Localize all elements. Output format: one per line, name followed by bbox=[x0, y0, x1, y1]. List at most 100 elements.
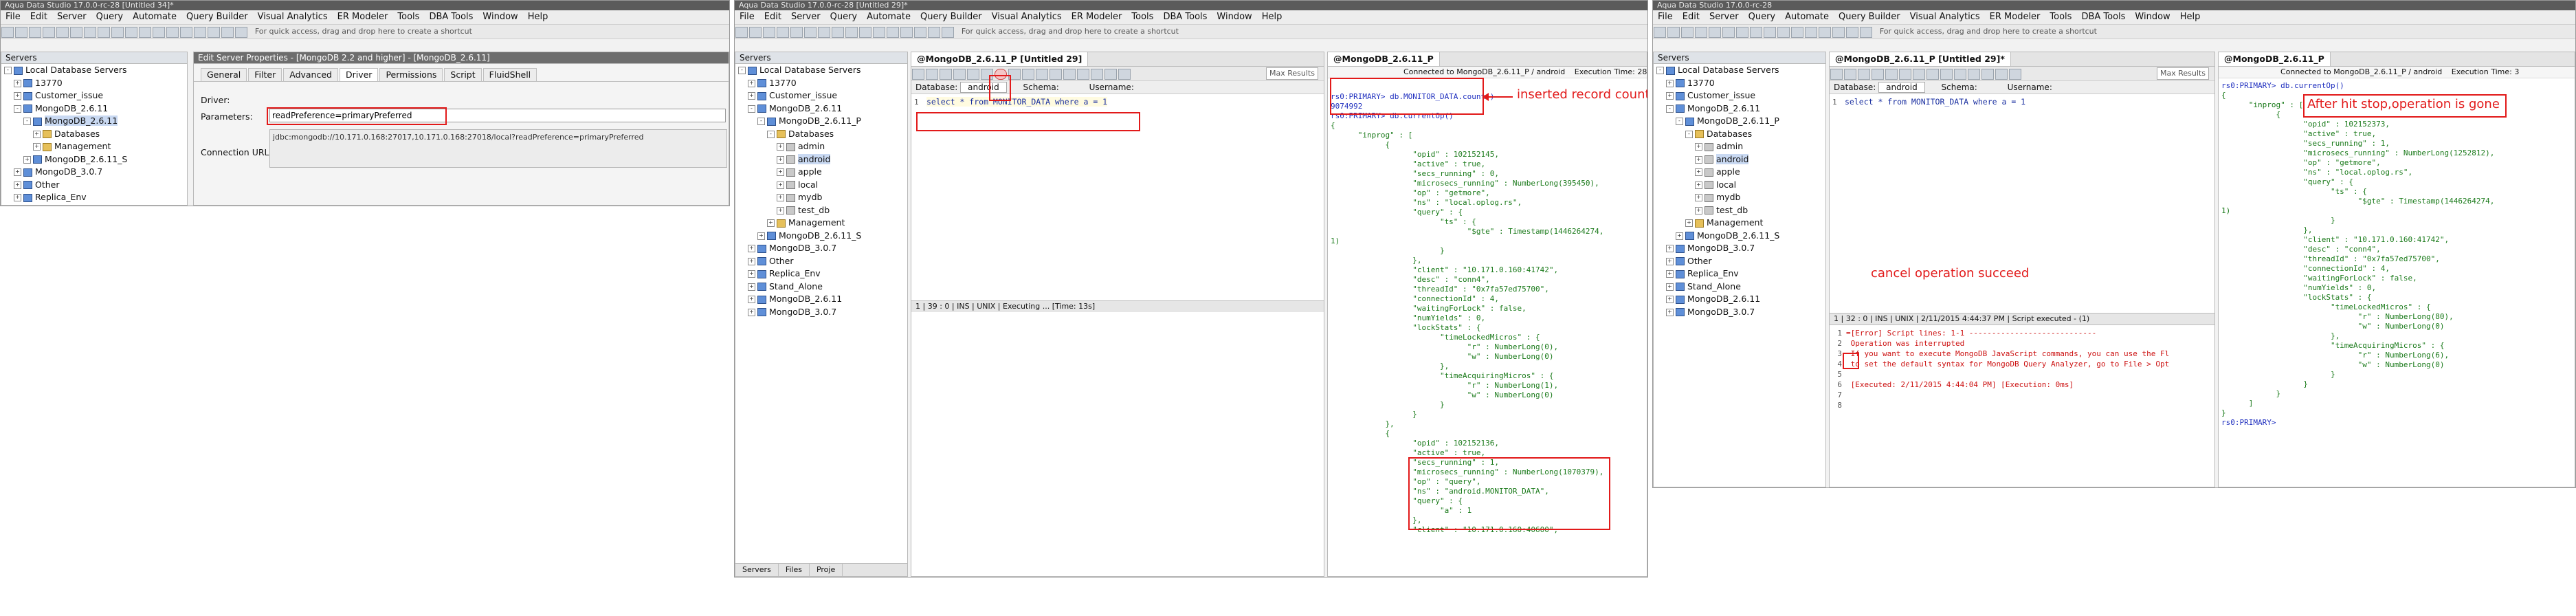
tree-item[interactable]: - Local Database Servers bbox=[1, 64, 187, 77]
expand-icon[interactable]: + bbox=[748, 270, 755, 278]
toolbar-icon[interactable] bbox=[818, 27, 830, 38]
tree-item[interactable]: + MongoDB_2.6.11 bbox=[735, 293, 907, 306]
expand-icon[interactable]: + bbox=[1685, 219, 1693, 227]
expand-icon[interactable]: + bbox=[1666, 245, 1674, 252]
toolbar-icon[interactable] bbox=[804, 27, 817, 38]
toolbar-icon[interactable] bbox=[1899, 69, 1911, 80]
toolbar-icon[interactable] bbox=[859, 27, 871, 38]
tree-item[interactable]: + test_db bbox=[1654, 204, 1825, 217]
tree-item[interactable]: + Customer_issue bbox=[1, 89, 187, 102]
tree-item[interactable]: - MongoDB_2.6.11_P bbox=[1654, 115, 1825, 128]
toolbar-icon[interactable] bbox=[180, 27, 192, 38]
collapse-icon[interactable]: - bbox=[1685, 130, 1693, 138]
toolbar-icon[interactable] bbox=[1036, 69, 1048, 80]
collapse-icon[interactable]: - bbox=[757, 118, 765, 125]
toolbar-icon[interactable] bbox=[1927, 69, 1939, 80]
tree-item[interactable]: + apple bbox=[1654, 166, 1825, 179]
menu-item-tools[interactable]: Tools bbox=[1131, 12, 1153, 22]
toolbar-icon[interactable] bbox=[2009, 69, 2021, 80]
toolbar-icon[interactable] bbox=[1860, 27, 1872, 38]
sql-text[interactable]: select * from MONITOR_DATA where a = 1 bbox=[926, 97, 1108, 107]
expand-icon[interactable]: + bbox=[33, 130, 41, 138]
database-select[interactable]: android bbox=[1878, 82, 1925, 93]
toolbar-icon[interactable] bbox=[1954, 69, 1966, 80]
toolbar-icon[interactable] bbox=[98, 27, 110, 38]
toolbar-icon[interactable] bbox=[940, 69, 952, 80]
toolbar-icon[interactable] bbox=[900, 27, 913, 38]
toolbar-icon[interactable] bbox=[845, 27, 858, 38]
toolbar-icon[interactable] bbox=[56, 27, 69, 38]
tree-item[interactable]: + Replica_Env bbox=[735, 267, 907, 280]
toolbar-icon[interactable] bbox=[1077, 69, 1089, 80]
toolbar-icon[interactable] bbox=[1104, 69, 1117, 80]
tree-item[interactable]: + Management bbox=[1654, 217, 1825, 230]
menu-item-dba-tools[interactable]: DBA Tools bbox=[1163, 12, 1207, 22]
menu-item-dba-tools[interactable]: DBA Tools bbox=[2081, 12, 2125, 22]
menu-item-er-modeler[interactable]: ER Modeler bbox=[1072, 12, 1122, 22]
shell-tab[interactable]: @MongoDB_2.6.11_P bbox=[2219, 52, 2331, 66]
toolbar-icon[interactable] bbox=[1050, 69, 1062, 80]
toolbar-icon[interactable] bbox=[139, 27, 151, 38]
tree-item[interactable]: + admin bbox=[735, 140, 907, 153]
collapse-icon[interactable]: - bbox=[23, 118, 31, 125]
expand-icon[interactable]: + bbox=[23, 155, 31, 164]
toolbar-icon[interactable] bbox=[887, 27, 899, 38]
menu-item-query[interactable]: Query bbox=[830, 12, 858, 22]
toolbar-icon[interactable] bbox=[1832, 27, 1845, 38]
max-results[interactable]: Max Results bbox=[2157, 67, 2209, 80]
tree-item[interactable]: + mydb bbox=[735, 191, 907, 204]
toolbar-icon[interactable] bbox=[1885, 69, 1898, 80]
tree-item[interactable]: + Management bbox=[735, 217, 907, 230]
menu-item-help[interactable]: Help bbox=[2180, 12, 2201, 22]
toolbar-icon[interactable] bbox=[777, 27, 789, 38]
menu-item-visual-analytics[interactable]: Visual Analytics bbox=[1910, 12, 1980, 22]
collapse-icon[interactable]: - bbox=[748, 104, 755, 113]
tree-item[interactable]: + apple bbox=[735, 166, 907, 179]
toolbar-icon[interactable] bbox=[873, 27, 885, 38]
tree-item[interactable]: + local bbox=[1654, 179, 1825, 192]
bottom-tab-files[interactable]: Files bbox=[779, 564, 810, 576]
dialog-tab-permissions[interactable]: Permissions bbox=[379, 68, 443, 81]
toolbar-icon[interactable] bbox=[763, 27, 775, 38]
menu-item-automate[interactable]: Automate bbox=[1785, 12, 1829, 22]
expand-icon[interactable]: + bbox=[1666, 92, 1674, 100]
menu-item-er-modeler[interactable]: ER Modeler bbox=[337, 12, 388, 22]
toolbar-icon[interactable] bbox=[1667, 27, 1680, 38]
tree-item[interactable]: + Management bbox=[1, 140, 187, 153]
tree-item[interactable]: + Stand_Alone bbox=[735, 280, 907, 294]
tree-item[interactable]: - Databases bbox=[735, 128, 907, 141]
toolbar-icon[interactable] bbox=[1681, 27, 1694, 38]
expand-icon[interactable]: + bbox=[748, 308, 755, 316]
tree-item[interactable]: + MongoDB_3.0.7 bbox=[1654, 306, 1825, 319]
toolbar-icon[interactable] bbox=[125, 27, 137, 38]
expand-icon[interactable]: + bbox=[33, 143, 41, 151]
tree-item[interactable]: + Databases bbox=[1, 128, 187, 141]
tree-item[interactable]: + Replica_Env bbox=[1, 191, 187, 204]
toolbar-icon[interactable] bbox=[43, 27, 55, 38]
tree-item[interactable]: - MongoDB_2.6.11 bbox=[735, 102, 907, 116]
menu-item-file[interactable]: File bbox=[1658, 12, 1673, 22]
collapse-icon[interactable]: - bbox=[1656, 67, 1664, 74]
expand-icon[interactable]: + bbox=[14, 181, 21, 189]
menu-item-query-builder[interactable]: Query Builder bbox=[1839, 12, 1900, 22]
tree-item[interactable]: + test_db bbox=[735, 204, 907, 217]
menu-item-er-modeler[interactable]: ER Modeler bbox=[1990, 12, 2041, 22]
menu-item-edit[interactable]: Edit bbox=[764, 12, 781, 22]
editor-tab[interactable]: @MongoDB_2.6.11_P [Untitled 29] bbox=[911, 52, 1089, 66]
expand-icon[interactable]: + bbox=[1695, 143, 1702, 151]
dialog-tab-filter[interactable]: Filter bbox=[248, 68, 282, 81]
expand-icon[interactable]: + bbox=[14, 79, 21, 87]
toolbar-icon[interactable] bbox=[166, 27, 179, 38]
menu-item-dba-tools[interactable]: DBA Tools bbox=[429, 12, 473, 22]
editor-tab[interactable]: @MongoDB_2.6.11_P [Untitled 29]* bbox=[1830, 52, 2011, 66]
tree-item[interactable]: + MongoDB_2.6.11_S bbox=[1, 153, 187, 166]
tree-item[interactable]: - Local Database Servers bbox=[1654, 64, 1825, 77]
tree-item[interactable]: + MongoDB_3.0.7 bbox=[1, 166, 187, 179]
toolbar-icon[interactable] bbox=[1722, 27, 1735, 38]
menu-item-edit[interactable]: Edit bbox=[1683, 12, 1700, 22]
toolbar-icon[interactable] bbox=[1805, 27, 1817, 38]
toolbar-icon[interactable] bbox=[1995, 69, 2008, 80]
menu-item-query-builder[interactable]: Query Builder bbox=[920, 12, 982, 22]
toolbar-icon[interactable] bbox=[1872, 69, 1884, 80]
toolbar-icon[interactable] bbox=[29, 27, 41, 38]
